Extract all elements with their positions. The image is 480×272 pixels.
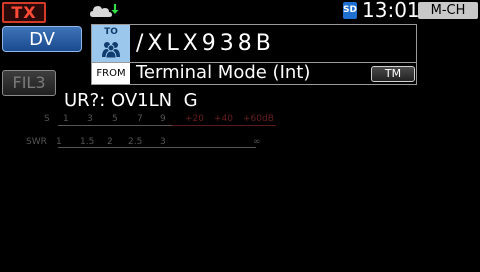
filter-button[interactable]: FIL3 xyxy=(2,70,56,96)
s-meter-tick: 3 xyxy=(87,114,93,124)
ur-call-status: UR?: OV1LN G xyxy=(64,90,198,111)
to-call-value[interactable]: /XLX938B xyxy=(136,31,275,57)
s-meter-over-tick: +20 xyxy=(185,114,204,124)
swr-meter-tick: 1.5 xyxy=(80,137,95,147)
sd-card-icon: SD xyxy=(343,2,357,19)
clock: 13:01 xyxy=(362,0,420,22)
memory-channel-button[interactable]: M-CH xyxy=(418,2,478,19)
group-call-icon xyxy=(102,42,120,58)
from-label: FROM xyxy=(96,68,126,79)
mode-button[interactable]: DV xyxy=(2,26,82,52)
s-meter-tick: 1 xyxy=(63,114,69,124)
swr-meter-scale xyxy=(58,147,256,148)
s-meter-over-scale xyxy=(172,125,276,126)
swr-meter-tick: 2 xyxy=(107,137,113,147)
s-meter-over-tick: +60dB xyxy=(243,114,274,124)
swr-meter-tick: 3 xyxy=(160,137,166,147)
swr-meter-label: SWR xyxy=(26,137,47,147)
terminal-mode-button[interactable]: TM xyxy=(371,66,415,82)
s-meter-tick: 9 xyxy=(160,114,166,124)
swr-meter-tick: 2.5 xyxy=(128,137,143,147)
s-meter-tick: 7 xyxy=(137,114,143,124)
s-meter-label: S xyxy=(44,114,50,124)
to-label: TO xyxy=(104,27,118,37)
s-meter-tick: 5 xyxy=(112,114,118,124)
tx-indicator: TX xyxy=(2,2,46,23)
swr-meter-tick: ∞ xyxy=(253,137,261,147)
s-meter-over-tick: +40 xyxy=(214,114,233,124)
from-call-value[interactable]: Terminal Mode (Int) xyxy=(136,62,310,84)
cloud-download-icon xyxy=(90,4,119,17)
swr-meter-tick: 1 xyxy=(56,137,62,147)
